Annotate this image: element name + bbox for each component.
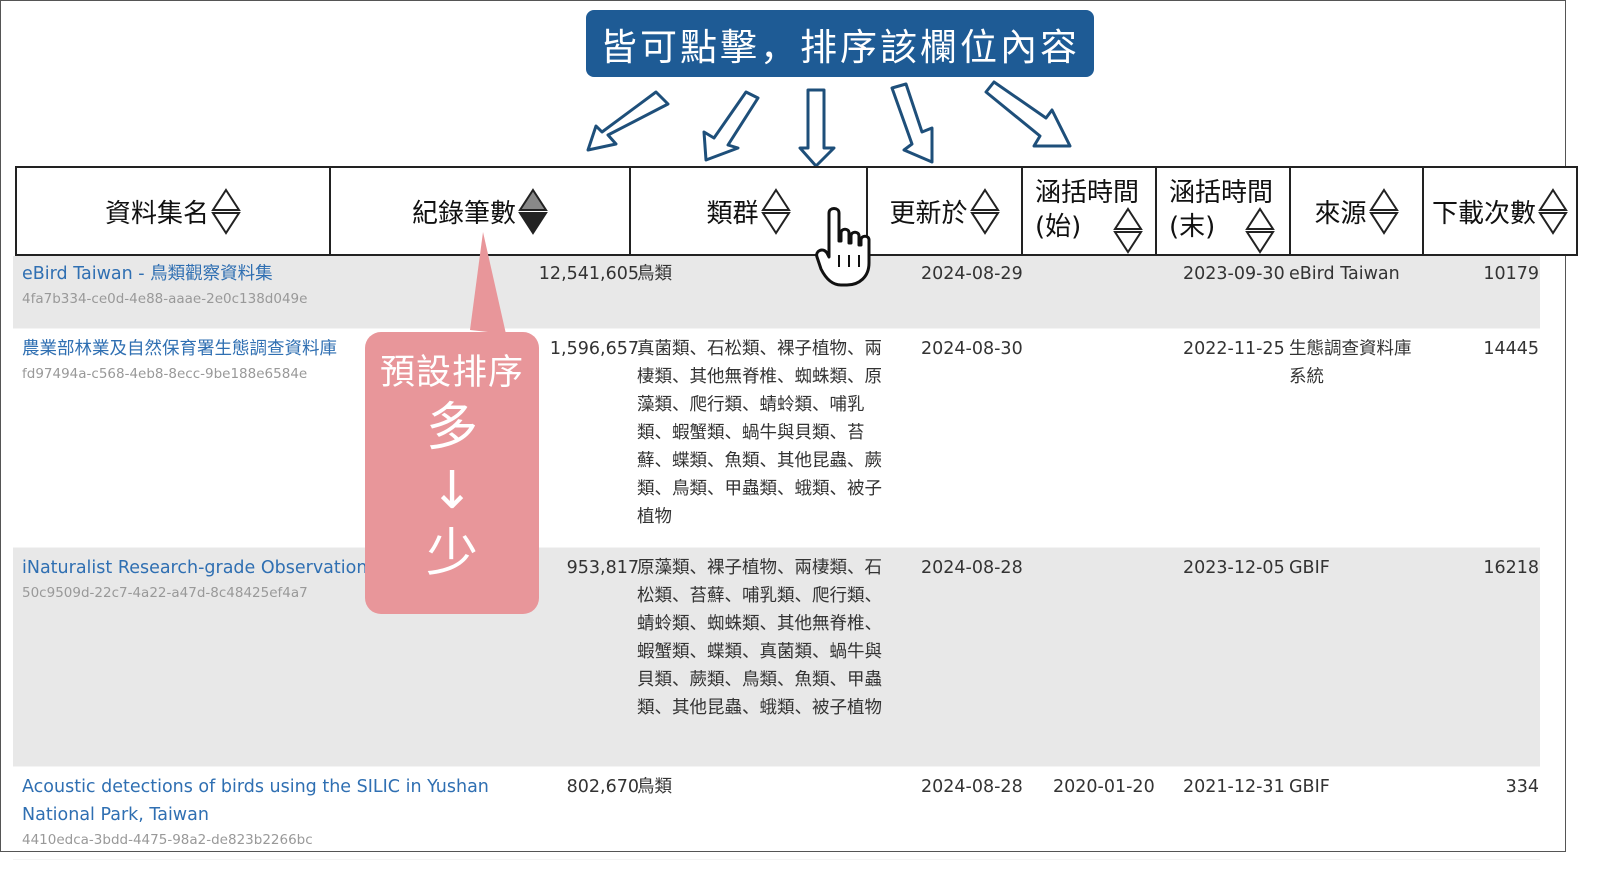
hand-pointer-icon [815, 207, 871, 287]
default-sort-callout: 預設排序 多 ↓ 少 [365, 332, 539, 614]
sort-least-label: 少 [425, 524, 478, 584]
sort-callout-pointer [470, 232, 506, 334]
arrow-down-icon: ↓ [430, 461, 474, 521]
default-sort-label: 預設排序 [379, 353, 524, 393]
sort-most-label: 多 [425, 398, 478, 458]
